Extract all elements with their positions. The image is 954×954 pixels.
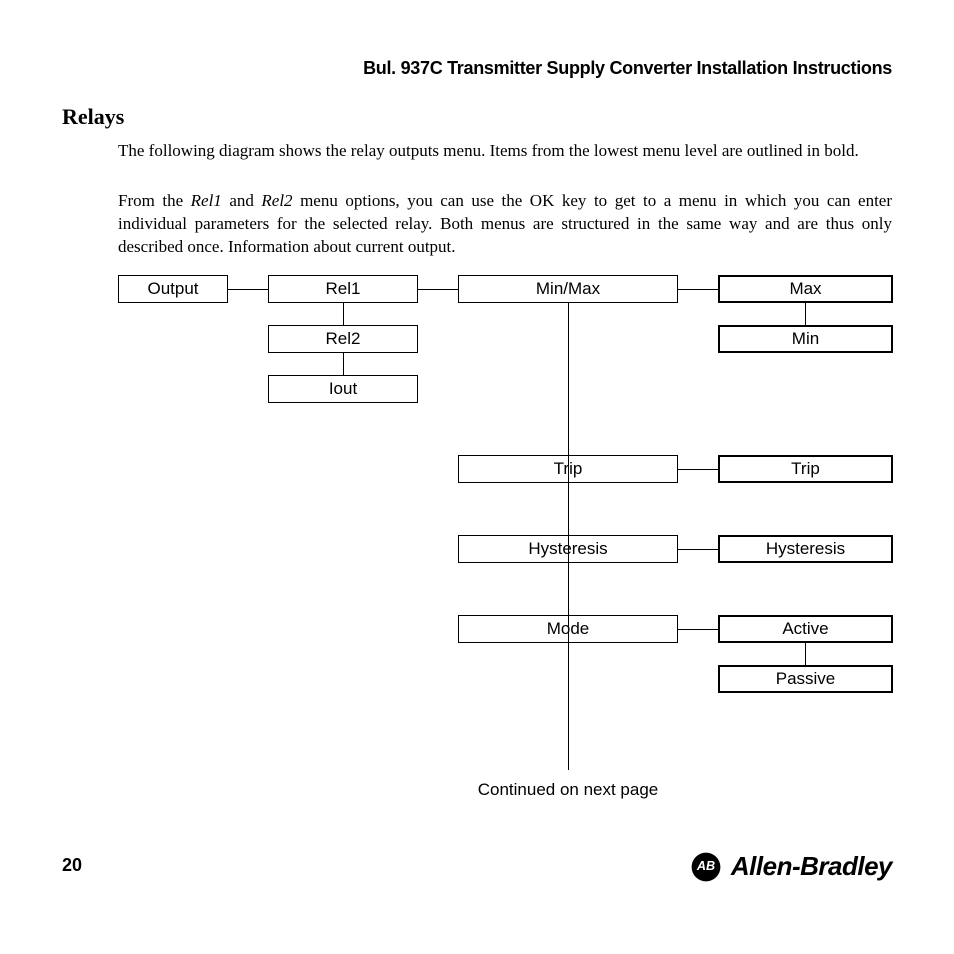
line-rel2-iout — [343, 353, 344, 375]
box-passive: Passive — [718, 665, 893, 693]
line-max-min — [805, 303, 806, 325]
line-trunk — [568, 303, 569, 770]
box-trip-menu: Trip — [458, 455, 678, 483]
line-rel1-rel2 — [343, 303, 344, 325]
allen-bradley-logo-icon: AB — [691, 852, 721, 882]
box-iout: Iout — [268, 375, 418, 403]
box-max: Max — [718, 275, 893, 303]
line-minmax-max — [678, 289, 718, 290]
brand-name: Allen-Bradley — [731, 851, 892, 882]
line-output-rel1 — [228, 289, 268, 290]
box-minmax: Min/Max — [458, 275, 678, 303]
box-trip: Trip — [718, 455, 893, 483]
p2-rel1: Rel1 — [191, 191, 222, 210]
document-header: Bul. 937C Transmitter Supply Converter I… — [363, 58, 892, 79]
section-title-relays: Relays — [62, 104, 124, 130]
line-rel1-minmax — [418, 289, 458, 290]
box-rel2: Rel2 — [268, 325, 418, 353]
svg-text:AB: AB — [696, 859, 715, 873]
intro-paragraph-1: The following diagram shows the relay ou… — [118, 140, 892, 163]
page-number: 20 — [62, 855, 82, 876]
line-active-passive — [805, 643, 806, 665]
line-hysteresis — [678, 549, 718, 550]
box-hysteresis-menu: Hysteresis — [458, 535, 678, 563]
p2-seg-a: From the — [118, 191, 191, 210]
box-output: Output — [118, 275, 228, 303]
line-trip — [678, 469, 718, 470]
box-hysteresis: Hysteresis — [718, 535, 893, 563]
line-mode-active — [678, 629, 718, 630]
box-min: Min — [718, 325, 893, 353]
p2-seg-b: and — [222, 191, 262, 210]
box-mode: Mode — [458, 615, 678, 643]
continued-label: Continued on next page — [458, 780, 678, 800]
footer-brand: AB Allen-Bradley — [691, 851, 892, 882]
box-rel1: Rel1 — [268, 275, 418, 303]
box-active: Active — [718, 615, 893, 643]
p2-rel2: Rel2 — [261, 191, 292, 210]
intro-paragraph-2: From the Rel1 and Rel2 menu options, you… — [118, 190, 892, 259]
